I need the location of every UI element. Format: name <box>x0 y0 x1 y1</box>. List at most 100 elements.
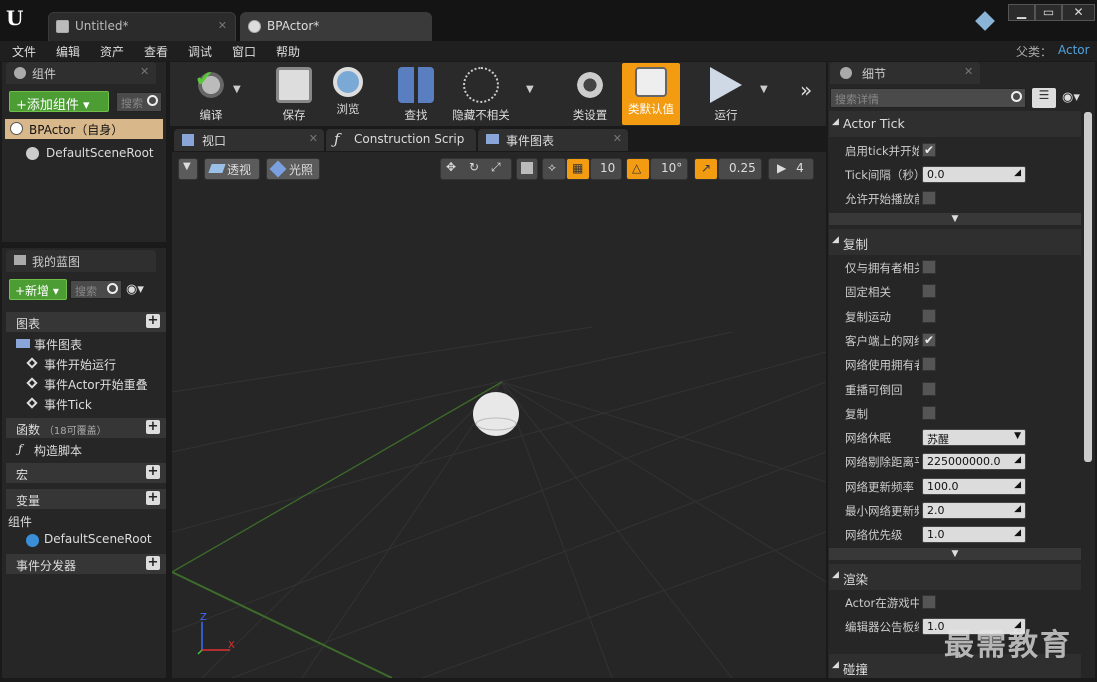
menu-window[interactable]: 窗口 <box>232 43 256 60</box>
rotate-icon[interactable]: ↻ <box>469 160 479 174</box>
expand-advanced-replication[interactable]: ▼ <box>829 548 1081 560</box>
property-field[interactable]: 0.0 ◢ <box>922 166 1026 183</box>
rotation-snap-value[interactable]: 10° <box>650 158 688 180</box>
property-field[interactable]: 225000000.0 ◢ <box>922 453 1026 471</box>
perspective-button[interactable]: 透视 <box>204 158 260 180</box>
close-icon[interactable]: ✕ <box>218 19 227 32</box>
property-checkbox[interactable] <box>922 357 936 372</box>
event-graph-item[interactable]: 事件图表 <box>16 336 82 353</box>
add-dispatcher-button[interactable]: + <box>146 556 160 570</box>
tab-construction-script[interactable]: ƒ Construction Scrip <box>326 129 476 151</box>
move-icon[interactable]: ✥ <box>446 160 456 174</box>
new-button[interactable]: +新增 ▾ <box>9 279 67 300</box>
eye-icon[interactable]: ◉▾ <box>1062 90 1080 105</box>
blueprint-search-input[interactable]: 搜索 <box>70 280 122 299</box>
add-function-button[interactable]: + <box>146 420 160 434</box>
close-icon[interactable]: ✕ <box>613 132 622 145</box>
property-checkbox[interactable] <box>922 308 936 323</box>
section-graphs[interactable]: 图表 + <box>6 312 166 332</box>
event-begin-play[interactable]: 事件开始运行 <box>26 356 116 373</box>
details-scrollbar[interactable] <box>1084 112 1092 462</box>
menu-file[interactable]: 文件 <box>12 43 36 60</box>
property-checkbox[interactable] <box>922 595 936 609</box>
add-graph-button[interactable]: + <box>146 314 160 328</box>
section-actor-tick[interactable]: ◢ Actor Tick <box>829 111 1081 137</box>
property-checkbox[interactable] <box>922 260 936 274</box>
browse-button[interactable]: 浏览 <box>322 63 374 125</box>
surface-snap-button[interactable]: ⟡ <box>542 158 566 180</box>
component-item-self[interactable]: BPActor（自身） <box>5 119 163 139</box>
construction-script-item[interactable]: ƒ 构造脚本 <box>16 442 82 459</box>
source-control-icon[interactable] <box>975 11 995 31</box>
menu-asset[interactable]: 资产 <box>100 43 124 60</box>
menu-view[interactable]: 查看 <box>144 43 168 60</box>
property-checkbox[interactable] <box>922 405 936 420</box>
section-replication[interactable]: ◢ 复制 <box>829 229 1081 255</box>
property-field[interactable]: 1.0 ◢ <box>922 526 1026 544</box>
menu-help[interactable]: 帮助 <box>276 43 300 60</box>
property-field[interactable]: 100.0 ◢ <box>922 477 1026 495</box>
class-settings-button[interactable]: 类设置 <box>564 63 616 125</box>
tab-bpactor[interactable]: BPActor* <box>240 12 432 41</box>
play-button[interactable]: 运行 <box>700 63 752 125</box>
grid-snap-toggle[interactable]: ▦ <box>566 158 590 180</box>
close-icon[interactable]: ✕ <box>309 132 318 145</box>
minimize-button[interactable]: ▁ <box>1008 4 1035 21</box>
close-window-button[interactable]: ✕ <box>1062 4 1095 21</box>
property-checkbox[interactable] <box>922 381 936 396</box>
viewport[interactable]: ▼ 透视 光照 ✥ ↻ ⤢ ⟡ ▦ 10 △ 10° ↗ 0.25 ▶ 4 Z … <box>172 152 826 678</box>
eye-icon[interactable]: ◉▾ <box>126 282 144 297</box>
menu-edit[interactable]: 编辑 <box>56 43 80 60</box>
components-search-input[interactable]: 搜索 <box>116 92 162 112</box>
section-variables[interactable]: 变量 + <box>6 489 166 509</box>
expand-advanced-tick[interactable]: ▼ <box>829 213 1081 225</box>
close-icon[interactable]: ✕ <box>964 65 973 78</box>
component-var-root[interactable]: DefaultSceneRoot <box>26 532 152 547</box>
class-defaults-button[interactable]: 类默认值 <box>622 63 680 125</box>
world-local-button[interactable] <box>516 158 538 180</box>
hide-unrelated-button[interactable]: 隐藏不相关 <box>446 63 516 125</box>
property-checkbox[interactable]: ✔ <box>922 332 936 347</box>
scale-icon[interactable]: ⤢ <box>491 160 501 175</box>
hide-unrelated-dropdown-icon[interactable]: ▼ <box>526 84 534 95</box>
property-select[interactable]: 苏醒 ▼ <box>922 429 1026 447</box>
parent-class-link[interactable]: Actor <box>1058 43 1090 57</box>
tab-event-graph[interactable]: 事件图表 ✕ <box>478 129 628 151</box>
close-icon[interactable]: ✕ <box>140 65 149 78</box>
property-checkbox[interactable]: ✔ <box>922 143 936 157</box>
menu-debug[interactable]: 调试 <box>188 43 212 60</box>
section-dispatchers[interactable]: 事件分发器 + <box>6 554 166 574</box>
rotation-snap-toggle[interactable]: △ <box>626 158 650 180</box>
component-item-root[interactable]: DefaultSceneRoot <box>26 146 154 160</box>
event-actor-overlap[interactable]: 事件Actor开始重叠 <box>26 376 148 393</box>
maximize-button[interactable]: ▭ <box>1035 4 1062 21</box>
property-field[interactable]: 2.0 ◢ <box>922 502 1026 519</box>
camera-speed-button[interactable]: ▶ 4 <box>768 158 814 180</box>
property-checkbox[interactable] <box>922 191 936 205</box>
play-dropdown-icon[interactable]: ▼ <box>760 84 768 95</box>
save-button[interactable]: 保存 <box>266 63 322 125</box>
details-search-input[interactable]: 搜索详情 <box>830 88 1026 108</box>
section-functions[interactable]: 函数 （18可覆盖） + <box>6 418 166 438</box>
section-macros[interactable]: 宏 + <box>6 463 166 483</box>
add-variable-button[interactable]: + <box>146 491 160 505</box>
tab-viewport[interactable]: 视口 ✕ <box>174 129 324 151</box>
components-category[interactable]: 组件 <box>8 513 32 530</box>
add-macro-button[interactable]: + <box>146 465 160 479</box>
section-label: 图表 <box>16 317 41 331</box>
unreal-logo-icon[interactable]: U <box>6 6 30 30</box>
property-matrix-button[interactable]: ☰ <box>1032 88 1056 108</box>
lit-button[interactable]: 光照 <box>266 158 320 180</box>
toolbar-overflow-icon[interactable]: » <box>800 78 812 102</box>
scale-snap-value[interactable]: 0.25 <box>718 158 762 180</box>
grid-snap-value[interactable]: 10 <box>590 158 622 180</box>
tab-untitled[interactable]: Untitled* ✕ <box>48 12 236 41</box>
add-component-button[interactable]: +添加组件 ▾ <box>9 91 109 113</box>
property-checkbox[interactable] <box>922 284 936 299</box>
scale-snap-toggle[interactable]: ↗ <box>694 158 718 180</box>
find-button[interactable]: 查找 <box>390 63 442 125</box>
viewport-options-button[interactable]: ▼ <box>178 158 198 180</box>
section-rendering[interactable]: ◢ 渲染 <box>829 564 1081 590</box>
compile-dropdown-icon[interactable]: ▼ <box>233 84 241 95</box>
event-tick[interactable]: 事件Tick <box>26 396 92 413</box>
